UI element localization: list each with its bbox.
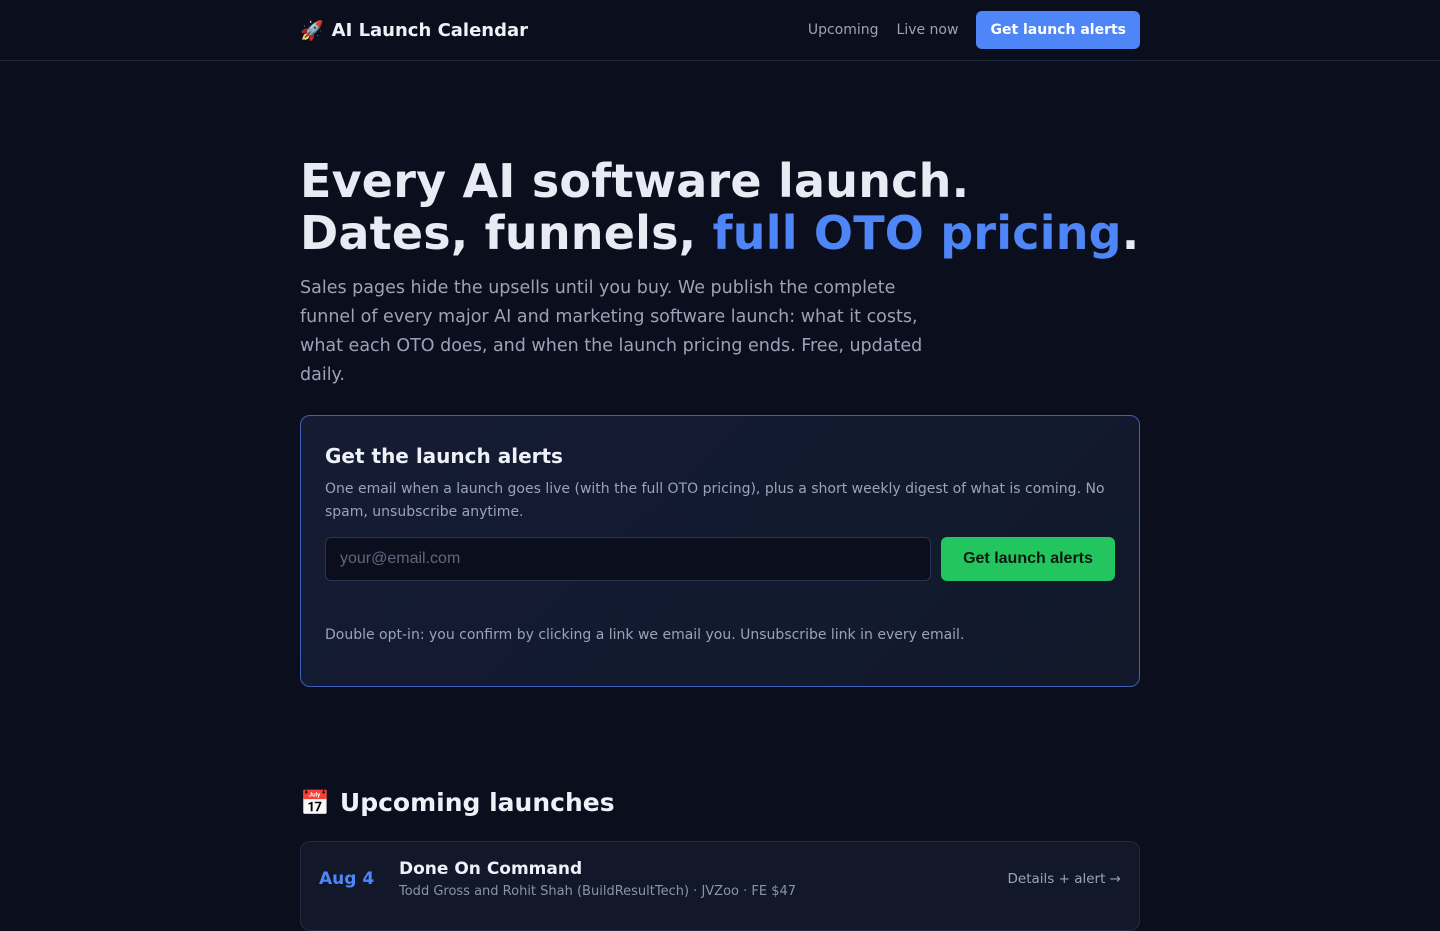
nav-get-alerts-button[interactable]: Get launch alerts	[976, 11, 1140, 49]
launch-name: Done On Command	[399, 859, 583, 879]
hero-title-accent: full OTO pricing	[712, 206, 1122, 260]
rocket-icon: 🚀	[300, 19, 324, 42]
calendar-icon: 📅	[300, 788, 330, 817]
signup-opt-in-note: Double opt-in: you confirm by clicking a…	[325, 627, 965, 643]
hero-title-line-1: Every AI software launch.	[300, 154, 970, 208]
signup-title: Get the launch alerts	[325, 444, 563, 468]
nav-link-upcoming[interactable]: Upcoming	[808, 22, 879, 38]
top-navigation-bar: 🚀 AI Launch Calendar Upcoming Live now G…	[0, 0, 1440, 61]
email-input[interactable]	[325, 537, 931, 581]
launch-meta: Todd Gross and Rohit Shah (BuildResultTe…	[399, 884, 797, 899]
launch-list-item[interactable]: Aug 4 Done On Command Todd Gross and Roh…	[300, 841, 1140, 931]
hero-title-line-2-suffix: .	[1121, 206, 1140, 260]
hero-title-line-2-prefix: Dates, funnels,	[300, 206, 713, 260]
brand-logo[interactable]: 🚀 AI Launch Calendar	[300, 19, 528, 42]
signup-form: Get launch alerts	[325, 537, 1115, 581]
signup-card: Get the launch alerts One email when a l…	[300, 415, 1140, 687]
launch-details-link[interactable]: Details + alert →	[1008, 871, 1121, 887]
top-navigation-inner: 🚀 AI Launch Calendar Upcoming Live now G…	[300, 0, 1140, 60]
hero-subtitle: Sales pages hide the upsells until you b…	[300, 278, 923, 385]
get-launch-alerts-button[interactable]: Get launch alerts	[941, 537, 1115, 581]
upcoming-heading-text: Upcoming launches	[339, 788, 615, 817]
upcoming-launches-heading: 📅 Upcoming launches	[300, 788, 615, 817]
hero-title: Every AI software launch. Dates, funnels…	[300, 155, 1140, 259]
brand-name: AI Launch Calendar	[331, 19, 529, 41]
hero-section: Every AI software launch. Dates, funnels…	[300, 155, 1140, 390]
signup-description: One email when a launch goes live (with …	[325, 481, 1105, 520]
nav-links: Upcoming Live now Get launch alerts	[808, 11, 1140, 49]
launch-date: Aug 4	[319, 869, 375, 889]
nav-link-live-now[interactable]: Live now	[897, 22, 959, 38]
